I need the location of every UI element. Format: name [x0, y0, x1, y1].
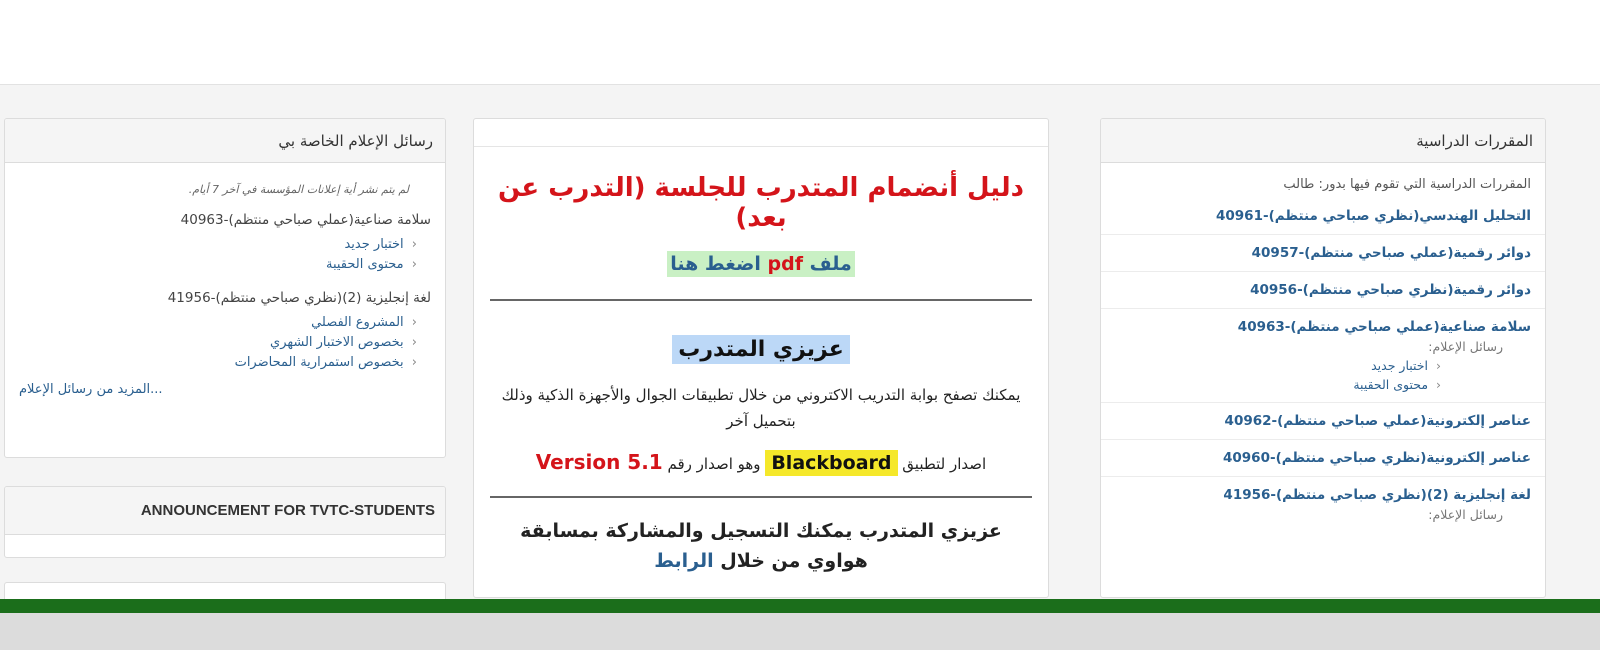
competition-text: عزيزي المتدرب يمكنك التسجيل والمشاركة بم… — [490, 516, 1032, 576]
version-middle: وهو اصدار رقم — [667, 455, 761, 473]
course-announcement-link[interactable]: ‹ محتوى الحقيبة — [1115, 373, 1531, 392]
chevron-left-icon: ‹ — [411, 237, 417, 252]
announcement-item[interactable]: ‹ المشروع الفصلي — [5, 312, 445, 332]
browse-apps-text: يمكنك تصفح بوابة التدريب الاكتروني من خل… — [501, 386, 1021, 430]
pdf-highlight[interactable]: ملف pdf اضغط هنا — [667, 251, 855, 277]
course-item: لغة إنجليزية (2)(نظري صباحي منتظم)-41956… — [1101, 477, 1545, 532]
main-content-panel: دليل أنضمام المتدرب للجلسة (التدرب عن بع… — [473, 118, 1049, 598]
announcement-link[interactable]: اختبار جديد — [344, 237, 403, 252]
announcement-link[interactable]: المشروع الفصلي — [311, 315, 404, 330]
announcement-course-label: لغة إنجليزية (2)(نظري صباحي منتظم)-41956 — [167, 290, 431, 306]
divider — [490, 496, 1032, 498]
courses-intro: المقررات الدراسية التي تقوم فيها بدور: ط… — [1283, 177, 1531, 192]
tvtc-announcement-panel: ANNOUNCEMENT FOR TVTC-STUDENTS — [4, 486, 446, 558]
announcement-item[interactable]: ‹ اختبار جديد — [5, 234, 445, 254]
course-link[interactable]: لغة إنجليزية (2)(نظري صباحي منتظم)-41956 — [1223, 487, 1531, 503]
announcement-link[interactable]: محتوى الحقيبة — [1353, 377, 1428, 392]
more-announcements-link[interactable]: المزيد من رسائل الإعلام... — [19, 382, 163, 397]
announcements-panel-title: رسائل الإعلام الخاصة بي — [278, 131, 433, 150]
competition-description: عزيزي المتدرب يمكنك التسجيل والمشاركة بم… — [520, 520, 1002, 572]
pdf-download-line: ملف pdf اضغط هنا — [490, 251, 1032, 277]
course-link[interactable]: عناصر إلكترونية(نظري صباحي منتظم)-40960 — [1223, 450, 1531, 466]
announcement-item[interactable]: ‹ بخصوص الاختبار الشهري — [5, 332, 445, 352]
version-prefix: اصدار لتطبيق — [902, 455, 987, 473]
chevron-left-icon: ‹ — [1436, 358, 1441, 373]
dear-trainee-text: عزيزي المتدرب — [672, 335, 850, 364]
page-title: دليل أنضمام المتدرب للجلسة (التدرب عن بع… — [498, 173, 1024, 233]
chevron-left-icon: ‹ — [411, 335, 417, 350]
footer-green-bar — [0, 599, 1600, 613]
chevron-left-icon: ‹ — [1436, 377, 1441, 392]
tvtc-announcement-title: ANNOUNCEMENT FOR TVTC-STUDENTS — [140, 502, 435, 519]
dear-trainee-heading: عزيزي المتدرب — [490, 335, 1032, 364]
chevron-left-icon: ‹ — [411, 257, 417, 272]
announcements-panel-header: رسائل الإعلام الخاصة بي — [5, 119, 445, 163]
top-band — [0, 0, 1600, 84]
version-line: اصدار لتطبيق Blackboard وهو اصدار رقم Ve… — [490, 450, 1032, 476]
pdf-download-link[interactable]: اضغط هنا — [670, 253, 761, 275]
announcement-course-label: سلامة صناعية(عملي صباحي منتظم)-40963 — [180, 212, 431, 228]
course-item: عناصر إلكترونية(عملي صباحي منتظم)-40962 — [1101, 403, 1545, 440]
competition-link[interactable]: الرابط — [654, 550, 713, 572]
announcement-item[interactable]: ‹ محتوى الحقيبة — [5, 254, 445, 274]
course-link[interactable]: دوائر رقمية(عملي صباحي منتظم)-40957 — [1252, 245, 1531, 261]
more-announcements[interactable]: المزيد من رسائل الإعلام... — [5, 372, 445, 407]
course-announcements-label: رسائل الإعلام: — [1428, 339, 1503, 354]
tvtc-announcement-header: ANNOUNCEMENT FOR TVTC-STUDENTS — [5, 487, 445, 535]
main-panel-top-strip — [474, 119, 1048, 147]
course-item: عناصر إلكترونية(نظري صباحي منتظم)-40960 — [1101, 440, 1545, 477]
course-link[interactable]: سلامة صناعية(عملي صباحي منتظم)-40963 — [1238, 319, 1531, 335]
my-announcements-panel: رسائل الإعلام الخاصة بي لم يتم نشر أية إ… — [4, 118, 446, 458]
announcement-link[interactable]: اختبار جديد — [1371, 358, 1428, 373]
blackboard-badge: Blackboard — [765, 450, 898, 476]
courses-panel-title: المقررات الدراسية — [1416, 131, 1533, 150]
announcement-link[interactable]: بخصوص استمرارية المحاضرات — [235, 355, 404, 370]
divider — [490, 299, 1032, 301]
course-item: سلامة صناعية(عملي صباحي منتظم)-40963 رسا… — [1101, 309, 1545, 403]
chevron-left-icon: ‹ — [411, 355, 417, 370]
courses-panel: المقررات الدراسية المقررات الدراسية التي… — [1100, 118, 1546, 598]
chevron-left-icon: ‹ — [411, 315, 417, 330]
course-link[interactable]: عناصر إلكترونية(عملي صباحي منتظم)-40962 — [1225, 413, 1531, 429]
course-announcement-link[interactable]: ‹ اختبار جديد — [1115, 354, 1531, 373]
course-link[interactable]: التحليل الهندسي(نظري صباحي منتظم)-40961 — [1216, 208, 1531, 224]
version-number: Version 5.1 — [535, 450, 663, 474]
courses-panel-header: المقررات الدراسية — [1101, 119, 1545, 163]
pdf-label: pdf — [767, 253, 803, 275]
pdf-file-label: ملف — [809, 253, 852, 275]
course-announcements-label: رسائل الإعلام: — [1428, 507, 1503, 522]
course-item: التحليل الهندسي(نظري صباحي منتظم)-40961 — [1101, 198, 1545, 235]
no-announcements-note: لم يتم نشر أية إعلانات المؤسسة في آخر 7 … — [188, 183, 409, 196]
announcement-link[interactable]: بخصوص الاختبار الشهري — [270, 335, 404, 350]
course-item: دوائر رقمية(نظري صباحي منتظم)-40956 — [1101, 272, 1545, 309]
announcement-link[interactable]: محتوى الحقيبة — [326, 257, 404, 272]
course-item: دوائر رقمية(عملي صباحي منتظم)-40957 — [1101, 235, 1545, 272]
course-link[interactable]: دوائر رقمية(نظري صباحي منتظم)-40956 — [1250, 282, 1531, 298]
footer-grey-band — [0, 613, 1600, 650]
announcement-item[interactable]: ‹ بخصوص استمرارية المحاضرات — [5, 352, 445, 372]
